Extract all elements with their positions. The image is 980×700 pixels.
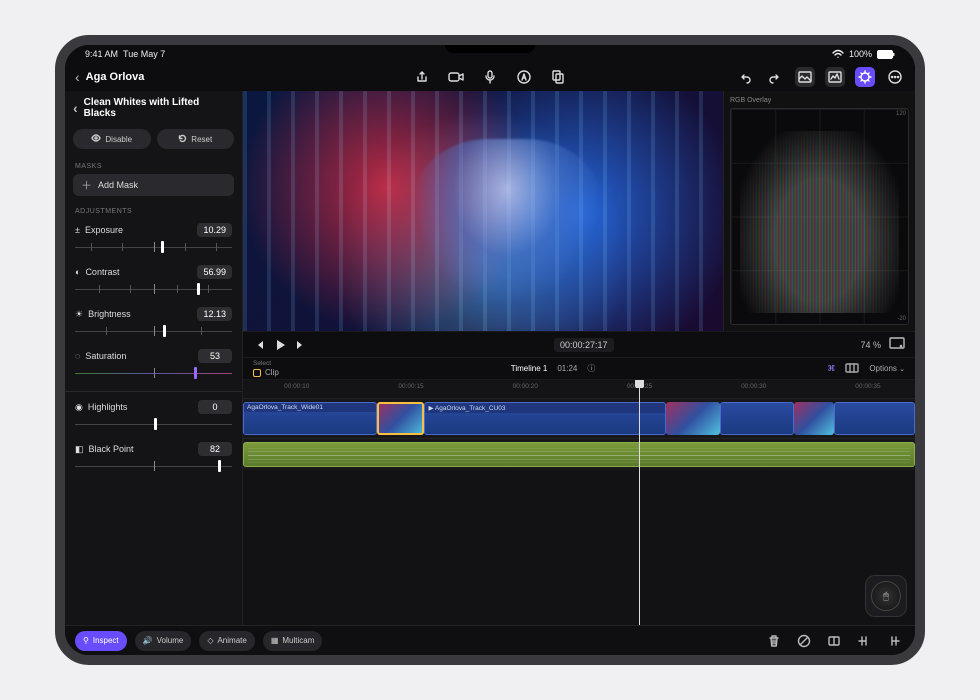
volume-tab[interactable]: 🔊Volume <box>135 631 192 651</box>
back-button[interactable]: ‹ <box>75 69 80 85</box>
inspect-tab[interactable]: ⚲Inspect <box>75 631 127 651</box>
color-inspector-icon[interactable] <box>855 67 875 87</box>
brightness-row: ☀Brightness 12.13 <box>65 303 242 321</box>
scope-title: RGB Overlay <box>730 97 909 104</box>
multicam-tab[interactable]: ▦Multicam <box>263 631 323 651</box>
reset-icon <box>178 134 187 145</box>
options-button[interactable]: Options ⌄ <box>869 364 905 373</box>
trim-end-icon[interactable] <box>883 631 905 651</box>
animate-tab[interactable]: ◇Animate <box>199 631 255 651</box>
timeline[interactable]: 00:00:10 00:00:15 00:00:20 00:00:25 00:0… <box>243 379 915 625</box>
saturation-icon: ◌ <box>75 351 80 361</box>
preset-name[interactable]: Clean Whites with Lifted Blacks <box>84 97 234 119</box>
saturation-value[interactable]: 53 <box>198 349 232 363</box>
exposure-slider[interactable] <box>75 239 232 257</box>
brightness-icon: ☀ <box>75 309 83 320</box>
media-icon[interactable] <box>548 67 568 87</box>
next-frame-button[interactable] <box>295 339 307 351</box>
more-icon[interactable] <box>885 67 905 87</box>
brightness-value[interactable]: 12.13 <box>197 307 232 321</box>
viewer[interactable] <box>243 91 723 331</box>
photos-icon[interactable] <box>795 67 815 87</box>
info-icon[interactable]: ⓘ <box>587 363 595 374</box>
contrast-row: ◐Contrast 56.99 <box>65 261 242 279</box>
blackpoint-row: ◧Black Point 82 <box>65 438 242 456</box>
wifi-icon <box>832 49 844 59</box>
exposure-row: ±Exposure 10.29 <box>65 219 242 237</box>
audio-clip[interactable] <box>243 442 915 467</box>
link-icon[interactable]: ⌘ <box>827 364 835 373</box>
highlights-row: ◉Highlights 0 <box>65 396 242 414</box>
contrast-value[interactable]: 56.99 <box>197 265 232 279</box>
brightness-slider[interactable] <box>75 323 232 341</box>
battery-pct: 100% <box>849 49 872 59</box>
rgb-overlay-scope[interactable]: 120 -20 <box>730 108 909 325</box>
playhead[interactable] <box>639 380 640 625</box>
text-icon[interactable] <box>514 67 534 87</box>
undo-icon[interactable] <box>735 67 755 87</box>
zoom-value[interactable]: 74 % <box>860 340 881 350</box>
transport-bar: 00:00:27:17 74 % <box>243 331 915 357</box>
blackpoint-icon: ◧ <box>75 444 84 455</box>
status-date: Tue May 7 <box>123 49 165 59</box>
disable-button[interactable]: Disable <box>73 129 151 149</box>
titlebar: ‹ Aga Orlova <box>65 63 915 91</box>
bottom-toolbar: ⚲Inspect 🔊Volume ◇Animate ▦Multicam <box>65 625 915 655</box>
share-icon[interactable] <box>412 67 432 87</box>
exposure-icon: ± <box>75 225 80 235</box>
adjustments-section-label: ADJUSTMENTS <box>65 202 242 219</box>
voiceover-icon[interactable] <box>480 67 500 87</box>
clip-4[interactable] <box>720 402 794 435</box>
clip-wide01[interactable]: AgaOrlova_Track_Wide01 <box>243 402 377 435</box>
timeline-ruler[interactable]: 00:00:10 00:00:15 00:00:20 00:00:25 00:0… <box>243 380 915 398</box>
play-button[interactable] <box>273 338 287 352</box>
contrast-slider[interactable] <box>75 281 232 299</box>
camera-icon[interactable] <box>446 67 466 87</box>
clip-thumb-3[interactable] <box>794 402 834 435</box>
audio-track[interactable] <box>243 438 915 470</box>
eye-icon <box>91 134 101 144</box>
highlights-slider[interactable] <box>75 416 232 434</box>
disable-clip-icon[interactable] <box>793 631 815 651</box>
timeline-header: Select Clip Timeline 1 01:24 ⓘ ⌘ Options… <box>243 357 915 379</box>
saturation-row: ◌Saturation 53 <box>65 345 242 363</box>
trim-start-icon[interactable] <box>853 631 875 651</box>
blackpoint-slider[interactable] <box>75 458 232 476</box>
exposure-value[interactable]: 10.29 <box>197 223 232 237</box>
timeline-name[interactable]: Timeline 1 <box>511 364 548 373</box>
timecode[interactable]: 00:00:27:17 <box>554 338 614 352</box>
inspector-panel: ‹ Clean Whites with Lifted Blacks Disabl… <box>65 91 243 625</box>
highlights-value[interactable]: 0 <box>198 400 232 414</box>
trash-icon[interactable] <box>763 631 785 651</box>
inspector-back[interactable]: ‹ <box>73 100 78 116</box>
snap-icon[interactable] <box>845 362 859 376</box>
scopes-panel: RGB Overlay 120 -20 <box>723 91 915 331</box>
clip-selected[interactable] <box>377 402 424 435</box>
blackpoint-value[interactable]: 82 <box>198 442 232 456</box>
redo-icon[interactable] <box>765 67 785 87</box>
highlights-icon: ◉ <box>75 402 83 413</box>
masks-section-label: MASKS <box>65 157 242 174</box>
clip-selector[interactable]: Clip <box>253 368 279 377</box>
video-track[interactable]: AgaOrlova_Track_Wide01 ▶ AgaOrlova_Track… <box>243 398 915 438</box>
saturation-slider[interactable] <box>75 365 232 383</box>
add-mask-button[interactable]: ＋ Add Mask <box>73 174 234 196</box>
project-title[interactable]: Aga Orlova <box>86 71 145 83</box>
status-time: 9:41 AM <box>85 49 118 59</box>
scopes-toggle-icon[interactable] <box>825 67 845 87</box>
jog-wheel[interactable] <box>865 575 907 617</box>
plus-icon: ＋ <box>81 177 92 193</box>
reset-button[interactable]: Reset <box>157 129 235 149</box>
clip-cu03[interactable]: ▶ AgaOrlova_Track_CU03 <box>424 402 666 435</box>
clip-5[interactable] <box>834 402 915 435</box>
clip-thumb-2[interactable] <box>666 402 720 435</box>
battery-icon <box>877 50 895 59</box>
prev-frame-button[interactable] <box>253 339 265 351</box>
split-icon[interactable] <box>823 631 845 651</box>
contrast-icon: ◐ <box>75 267 80 277</box>
display-options-icon[interactable] <box>889 336 905 354</box>
timeline-duration: 01:24 <box>557 364 577 373</box>
